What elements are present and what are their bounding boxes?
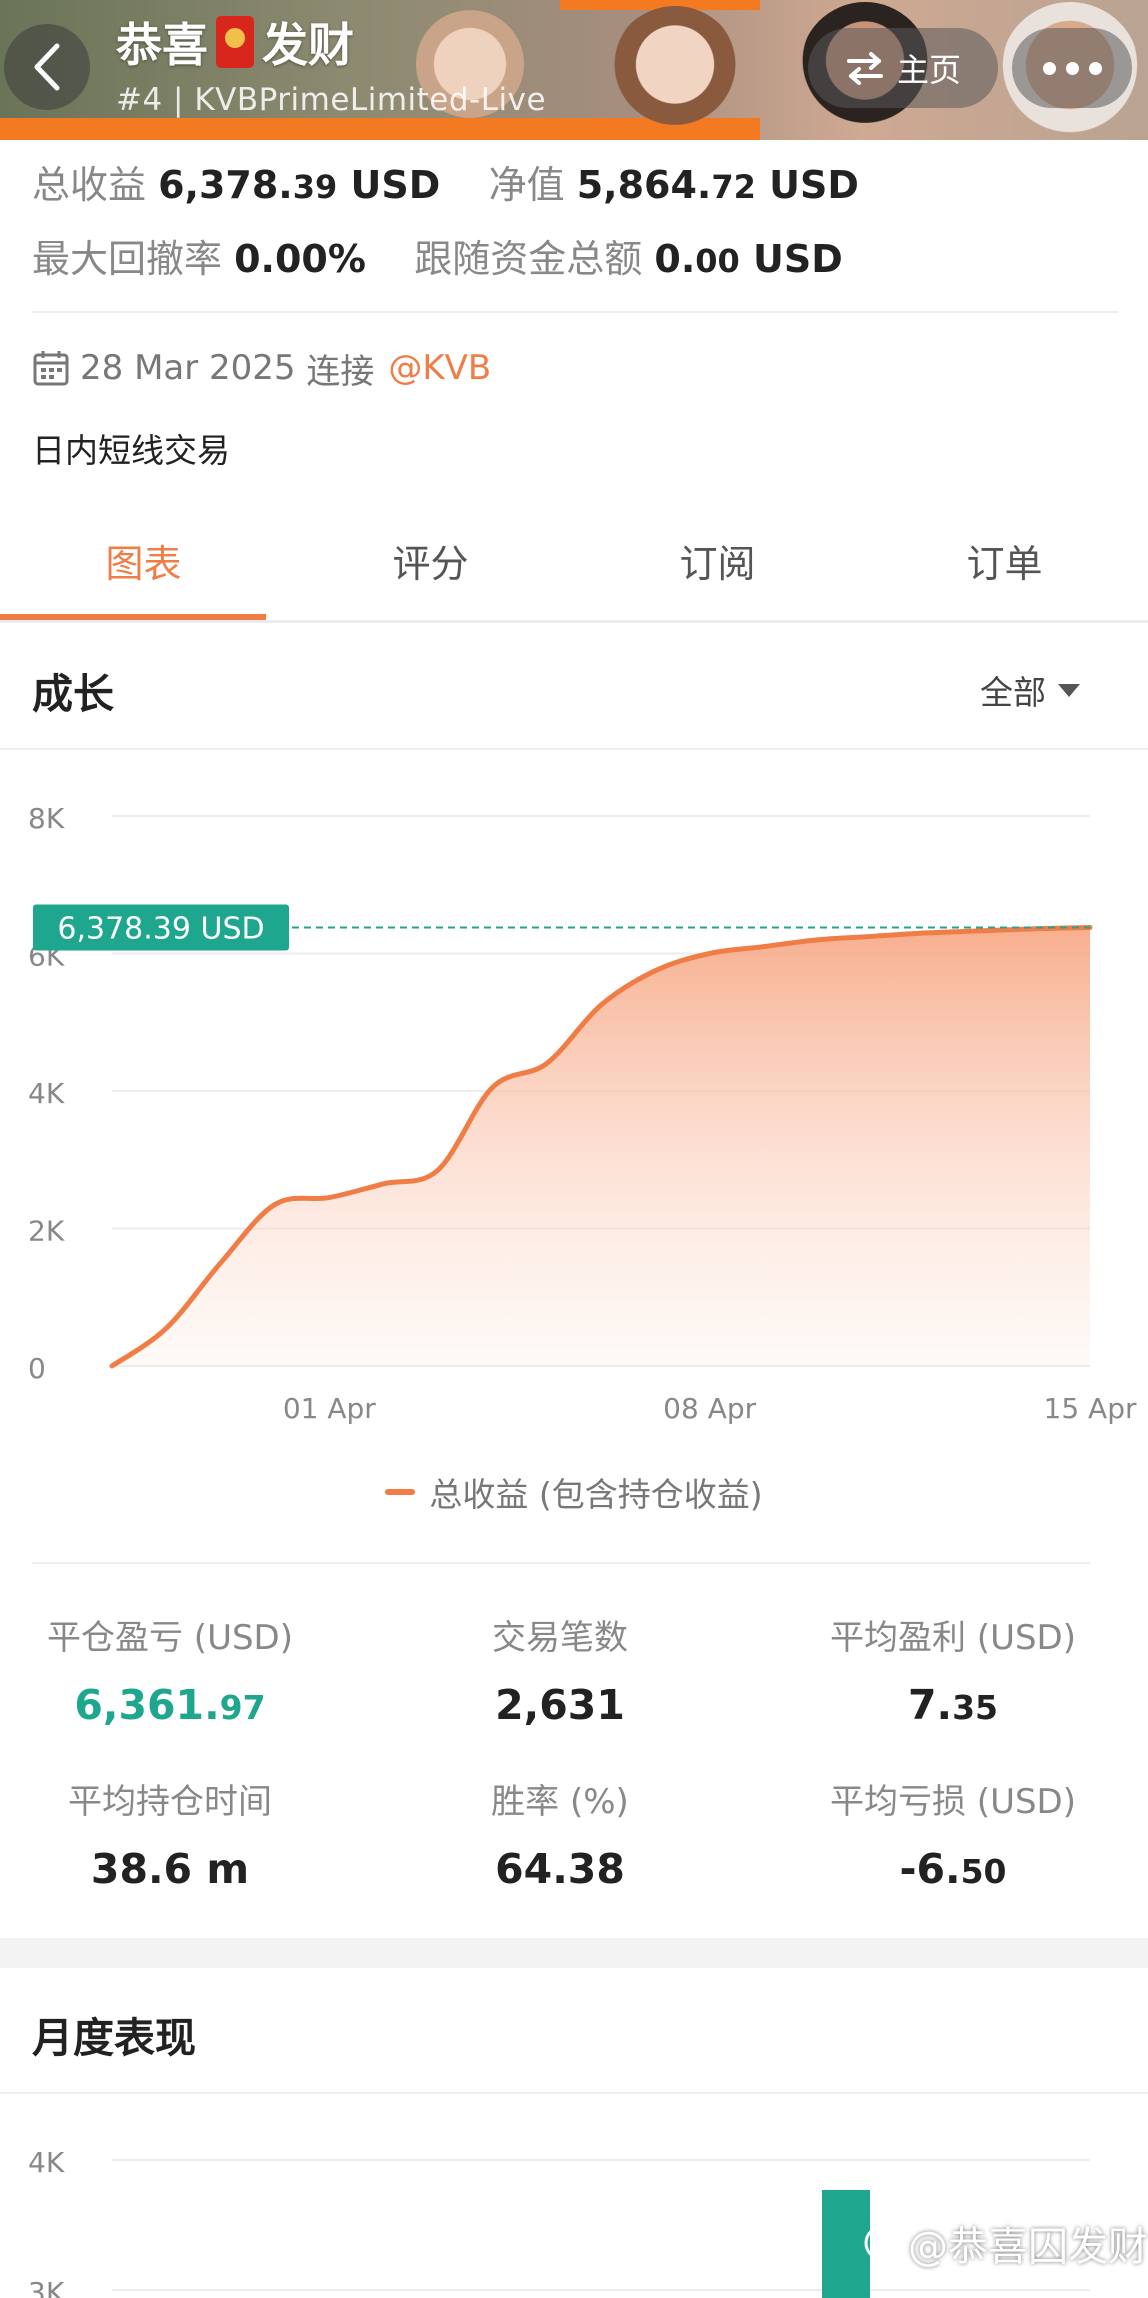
total-profit-value: 6,378.39 USD — [158, 163, 441, 207]
y-tick-label: 0 — [28, 1352, 46, 1385]
growth-title: 成长 — [32, 670, 114, 718]
metric-label: 交易笔数 — [492, 1618, 628, 1658]
metric-avg-loss: 平均亏损 (USD) -6.50 — [763, 1774, 1143, 1893]
tab-score[interactable]: 评分 — [287, 520, 574, 620]
metric-closed-pnl: 平仓盈亏 (USD) 6,361.97 — [0, 1610, 360, 1729]
metric-value: 2,631 — [495, 1681, 625, 1729]
metric-avg-profit: 平均盈利 (USD) 7.35 — [763, 1610, 1143, 1729]
monthly-title: 月度表现 — [32, 2014, 196, 2062]
profile-name-part1: 恭喜 — [116, 18, 208, 72]
more-options-button[interactable] — [1012, 28, 1132, 108]
avatar-photo — [610, 6, 740, 136]
chart-legend: 总收益 (包含持仓收益) — [0, 1468, 1148, 1516]
divider — [0, 748, 1148, 750]
current-value-label: 6,378.39 USD — [57, 911, 264, 946]
strategy-description: 日内短线交易 — [32, 431, 230, 470]
calendar-icon — [33, 351, 69, 386]
y-tick-label: 4K — [28, 1077, 65, 1110]
watermark: @恭喜囚发财 — [862, 2214, 1148, 2272]
metric-label: 平均盈利 (USD) — [830, 1618, 1076, 1658]
metric-value: 64.38 — [495, 1845, 625, 1893]
tab-bar: 图表 评分 订阅 订单 — [0, 520, 1148, 620]
y-tick-label: 2K — [28, 1215, 65, 1248]
metric-value: 6,361.97 — [74, 1681, 266, 1729]
drawdown-follow-row: 最大回撤率 0.00% 跟随资金总额 0.00 USD — [32, 228, 843, 283]
more-dot-icon — [1042, 61, 1056, 75]
red-envelope-icon — [216, 16, 254, 68]
more-dot-icon — [1088, 61, 1102, 75]
total-profit-label: 总收益 — [32, 163, 147, 207]
y-tick-label: 4K — [28, 2146, 65, 2179]
metric-avg-hold-time: 平均持仓时间 38.6 m — [0, 1774, 360, 1893]
y-tick-label: 3K — [28, 2276, 65, 2298]
divider — [32, 1562, 1090, 1564]
metric-win-rate: 胜率 (%) 64.38 — [370, 1774, 750, 1893]
legend-swatch — [385, 1489, 416, 1495]
x-tick-label: 08 Apr — [663, 1392, 756, 1425]
series-area — [112, 927, 1090, 1366]
home-button[interactable]: 主页 — [808, 28, 998, 108]
weibo-logo-icon — [864, 2225, 900, 2261]
screen: 恭喜 发财 #4 | KVBPrimeLimited-Live 主页 总收益 6… — [0, 0, 1148, 2298]
metric-trade-count: 交易笔数 2,631 — [370, 1610, 750, 1729]
legend-label: 总收益 (包含持仓收益) — [429, 1475, 763, 1514]
home-button-label: 主页 — [896, 51, 961, 89]
max-drawdown-label: 最大回撤率 — [32, 237, 223, 281]
y-tick-label: 8K — [28, 802, 65, 835]
tab-subscribe[interactable]: 订阅 — [574, 520, 861, 620]
more-dot-icon — [1065, 61, 1079, 75]
follow-total-value: 0.00 USD — [654, 237, 843, 281]
tab-orders[interactable]: 订单 — [861, 520, 1148, 620]
tab-bar-border — [0, 620, 1148, 623]
chevron-left-icon — [34, 43, 60, 91]
follow-total-label: 跟随资金总额 — [414, 237, 643, 281]
connect-date: 28 Mar 2025 — [80, 348, 296, 388]
profit-equity-row: 总收益 6,378.39 USD 净值 5,864.72 USD — [32, 154, 859, 209]
connect-label: 连接 — [306, 351, 375, 392]
caret-down-icon — [1058, 684, 1080, 697]
swap-icon — [846, 52, 883, 85]
metric-label: 胜率 (%) — [491, 1782, 629, 1822]
watermark-text: @恭喜囚发财 — [908, 2224, 1148, 2270]
metric-value: 7.35 — [907, 1681, 999, 1729]
metric-label: 平仓盈亏 (USD) — [47, 1618, 293, 1658]
equity-label: 净值 — [488, 163, 565, 207]
range-dropdown-value: 全部 — [980, 673, 1046, 712]
metric-label: 平均亏损 (USD) — [830, 1782, 1076, 1822]
growth-chart: 02K4K6K8K01 Apr 08 Apr 15 Apr 6,378.39 USD — [28, 802, 1137, 1425]
x-tick-label: 01 Apr — [283, 1392, 376, 1425]
x-tick-label: 15 Apr — [1044, 1392, 1137, 1425]
max-drawdown-value: 0.00% — [234, 237, 366, 281]
divider — [32, 311, 1118, 313]
metric-value: 38.6 m — [90, 1845, 250, 1893]
profile-name: 恭喜 发财 — [116, 12, 354, 72]
divider — [0, 2092, 1148, 2094]
broker-link[interactable]: @KVB — [388, 348, 491, 388]
equity-value: 5,864.72 USD — [576, 163, 859, 207]
account-subtitle: #4 | KVBPrimeLimited-Live — [116, 82, 547, 118]
metric-label: 平均持仓时间 — [68, 1782, 272, 1822]
metric-value: -6.50 — [899, 1845, 1007, 1893]
back-button[interactable] — [4, 24, 90, 110]
profile-header: 恭喜 发财 #4 | KVBPrimeLimited-Live 主页 — [0, 0, 1148, 140]
profile-name-part2: 发财 — [262, 18, 354, 72]
tab-chart[interactable]: 图表 — [0, 520, 287, 620]
connection-info: 28 Mar 2025 连接 @KVB — [32, 343, 491, 393]
range-dropdown[interactable]: 全部 — [980, 666, 1082, 714]
section-gap — [0, 1938, 1148, 1968]
